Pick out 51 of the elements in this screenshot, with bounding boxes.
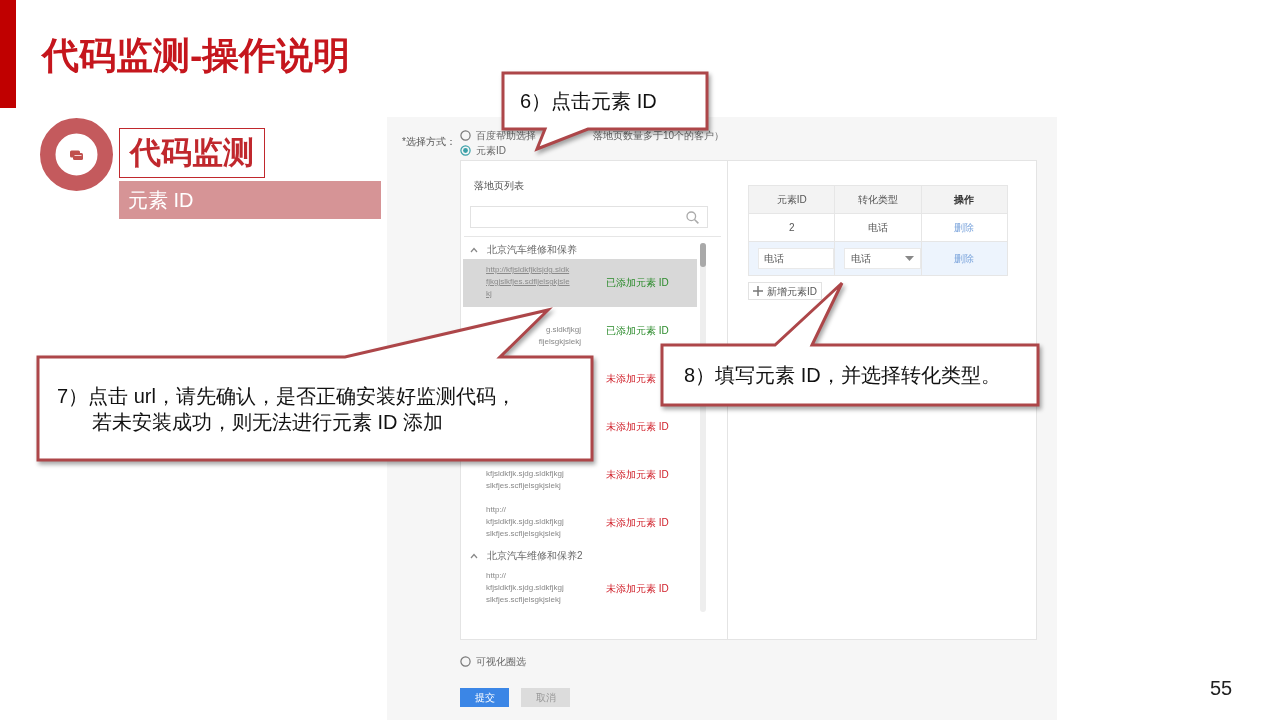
delete-link[interactable]: 删除 (954, 253, 975, 264)
submit-button[interactable]: 提交 (460, 688, 509, 707)
url-link[interactable]: http:// kfjsldkfjk.sjdg.sldkfjkgj slkfjes.scfljelsgkjslekj (486, 504, 564, 540)
list-row[interactable]: http://kfjsldkfjklsjdg.sldk fjkgjslkfjes.sdfljelsgkjsle kj 已添加元素 ID (463, 259, 697, 307)
section-title: 代码监测 (119, 128, 265, 178)
element-id-field[interactable]: 电话 (758, 248, 834, 269)
callout-text: 8）填写元素 ID，并选择转化类型。 (684, 363, 1001, 388)
column-header: 元素ID (748, 185, 835, 214)
status-label: 未添加元素 (606, 372, 656, 386)
column-header: 转化类型 (834, 185, 922, 214)
caret-down-icon (905, 256, 915, 261)
url-link[interactable]: http:// kfjsldkfjk.sjdg.sldkfjkgj slkfjes.scfljelsgkjslekj (486, 570, 564, 606)
group-name: 北京汽车维修和保养 (487, 243, 577, 257)
callout-text: 6）点击元素 ID (520, 89, 657, 114)
card-icon (70, 150, 83, 160)
status-label: 已添加元素 ID (606, 324, 669, 338)
status-label: 未添加元素 ID (606, 582, 669, 596)
search-field[interactable] (470, 206, 708, 228)
table-cell: 电话 (868, 222, 888, 233)
list-title: 落地页列表 (474, 179, 524, 193)
radio-button[interactable] (460, 656, 471, 667)
radio-label: 百度帮助选择 (476, 129, 536, 143)
status-label: 未添加元素 ID (606, 516, 669, 530)
group-name: 北京汽车维修和保养2 (487, 549, 583, 563)
radio-label: 元素ID (476, 144, 506, 158)
chevron-up-icon[interactable] (470, 247, 478, 253)
radio-button[interactable] (460, 145, 471, 156)
chevron-up-icon[interactable] (470, 553, 478, 559)
status-label: 未添加元素 ID (606, 420, 669, 434)
table-cell: 2 (788, 222, 795, 233)
scrollbar-thumb[interactable] (700, 243, 706, 267)
callout-text: 7）点击 url，请先确认，是否正确安装好监测代码， 若未安装成功，则无法进行元素 ID 添加 (57, 383, 516, 435)
column-header: 操作 (921, 185, 1008, 214)
search-icon (686, 210, 699, 224)
page-number: 55 (1210, 678, 1233, 698)
plus-icon (753, 286, 763, 296)
url-link[interactable]: http://kfjsldkfjklsjdg.sldk fjkgjslkfjes.sdfljelsgkjsle kj (486, 264, 570, 300)
radio-label: 可视化圈选 (476, 655, 526, 669)
url-link[interactable]: kfjsldkfjk.sjdg.sldkfjkgj slkfjes.scfljelsgkjslekj (486, 468, 564, 492)
radio-label: 落地页数量多于10个的客户） (593, 129, 725, 143)
delete-link[interactable]: 删除 (954, 222, 975, 233)
status-label: 已添加元素 ID (606, 276, 669, 290)
radio-button[interactable] (460, 130, 471, 141)
add-element-id-button[interactable]: 新增元素ID (748, 282, 822, 300)
section-subtitle: 元素 ID (119, 181, 381, 219)
slide-title: 代码监测-操作说明 (42, 34, 351, 78)
status-label: 未添加元素 ID (606, 468, 669, 482)
method-label: *选择方式： (402, 136, 456, 147)
url-link[interactable]: g.sldkfjkgj fljelsgkjslekj (538, 324, 581, 348)
ring-icon (40, 118, 113, 191)
conversion-type-dropdown[interactable]: 电话 (844, 248, 922, 269)
